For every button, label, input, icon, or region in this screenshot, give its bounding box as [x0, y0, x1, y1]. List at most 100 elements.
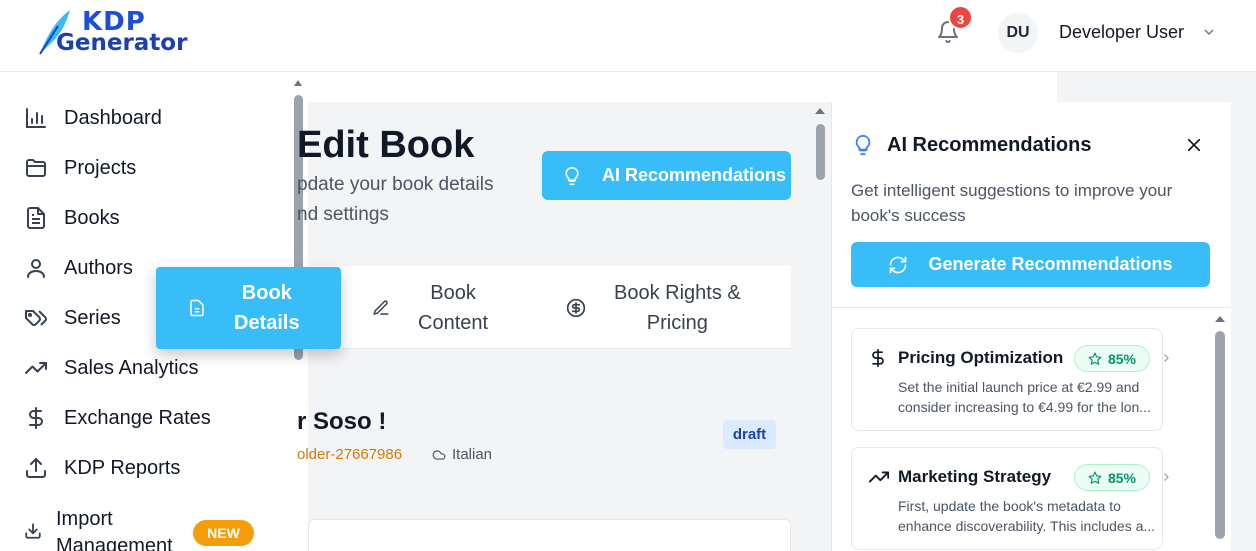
close-icon[interactable] — [1185, 136, 1203, 154]
score-badge: 85% — [1074, 464, 1150, 491]
user-icon — [27, 259, 45, 278]
recommendation-card[interactable]: Marketing Strategy 85% First, update the… — [851, 447, 1169, 550]
panel-description: Get intelligent suggestions to improve y… — [851, 181, 1173, 225]
generate-button-label: Generate Recommendations — [928, 254, 1173, 274]
notification-badge: 3 — [948, 5, 973, 30]
folder-icon — [26, 159, 46, 177]
edit-icon — [373, 299, 389, 315]
content-card — [308, 519, 791, 551]
lightbulb-icon — [565, 166, 579, 185]
sidebar-item-label: Exchange Rates — [64, 406, 211, 429]
book-language: Italian — [432, 446, 492, 463]
sidebar-item-label: Books — [64, 206, 120, 229]
page-title: Edit Book — [297, 124, 475, 166]
ai-button-label: AI Recommendations — [602, 165, 787, 185]
chevron-right-icon[interactable] — [1160, 470, 1172, 484]
book-title: r Soso ! — [297, 408, 387, 435]
tab-label-line1: Book — [241, 282, 292, 304]
lightbulb-icon — [855, 134, 871, 156]
panel-title: AI Recommendations — [887, 134, 1092, 156]
dollar-icon — [29, 407, 43, 429]
tab-bar: Book Content Book Rights & Pricing — [308, 266, 791, 349]
sidebar-item-label: Import Management — [56, 506, 173, 551]
download-icon — [25, 523, 41, 539]
score-badge: 85% — [1074, 345, 1150, 372]
sidebar-item-kdp-reports[interactable]: KDP Reports — [24, 453, 180, 483]
chevron-right-icon[interactable] — [1160, 351, 1172, 365]
trending-up-icon — [868, 471, 890, 483]
star-icon — [1088, 352, 1102, 365]
ai-recommendations-button[interactable]: AI Recommendations — [542, 151, 791, 200]
sidebar-item-label: Dashboard — [64, 106, 162, 129]
file-text-icon — [27, 207, 45, 229]
sidebar-item-import-management[interactable]: Import Management — [24, 506, 173, 551]
score-value: 85% — [1107, 469, 1137, 486]
import-label-line2: Management — [56, 535, 173, 551]
scroll-up-arrow-icon[interactable] — [293, 78, 303, 88]
subtitle-line1: pdate your book details — [297, 174, 494, 195]
tab-book-content[interactable]: Book Content — [372, 266, 488, 349]
panel-divider — [831, 307, 1231, 308]
bar-chart-icon — [26, 108, 46, 128]
new-badge: NEW — [193, 520, 254, 546]
tab-label-line2: Details — [234, 312, 300, 334]
recommendation-text-line1: Set the initial launch price at €2.99 an… — [898, 379, 1140, 395]
trending-up-icon — [25, 362, 47, 374]
tab-label: Book Details — [234, 278, 300, 338]
logo-text-generator: Generator — [56, 30, 188, 56]
language-label: Italian — [452, 446, 493, 463]
panel-scrollbar[interactable] — [1215, 331, 1225, 539]
dollar-circle-icon — [566, 298, 586, 317]
sidebar-item-books[interactable]: Books — [24, 203, 120, 233]
main-scrollbar[interactable] — [816, 124, 825, 180]
file-icon — [190, 299, 204, 317]
dollar-icon — [872, 348, 884, 368]
sidebar-item-authors[interactable]: Authors — [24, 253, 133, 283]
tab-label: Book Rights & Pricing — [614, 278, 741, 338]
scroll-up-arrow-icon[interactable] — [814, 106, 826, 116]
sidebar-item-projects[interactable]: Projects — [24, 153, 136, 183]
chevron-down-icon[interactable] — [1201, 24, 1217, 40]
app-logo[interactable]: KDP Generator — [36, 6, 196, 62]
sidebar-item-label: Projects — [64, 156, 137, 179]
user-name[interactable]: Developer User — [1059, 22, 1184, 43]
main-top-strip — [308, 72, 1057, 102]
recommendation-text-line2: enhance discoverability. This includes a… — [898, 518, 1156, 534]
scroll-up-arrow-icon[interactable] — [1214, 314, 1226, 324]
sidebar-item-label: Authors — [64, 256, 133, 279]
recommendation-text-line1: First, update the book's metadata to — [898, 498, 1121, 514]
top-header: KDP Generator 3 DU Developer User — [0, 0, 1256, 72]
tags-icon — [25, 310, 47, 326]
sidebar-item-label: Sales Analytics — [64, 356, 199, 379]
sidebar-item-label: KDP Reports — [64, 456, 181, 479]
tab-label-line2: Pricing — [646, 311, 708, 334]
generate-recommendations-button[interactable]: Generate Recommendations — [851, 242, 1210, 287]
refresh-icon — [890, 256, 907, 273]
sidebar-item-label: Series — [64, 306, 121, 329]
sidebar-item-sales-analytics[interactable]: Sales Analytics — [24, 353, 199, 383]
tab-book-details[interactable]: Book Details — [156, 267, 341, 349]
recommendation-text-line2: consider increasing to €4.99 for the lon… — [898, 399, 1151, 415]
sidebar-item-dashboard[interactable]: Dashboard — [24, 103, 162, 133]
star-icon — [1088, 471, 1102, 484]
recommendation-title: Marketing Strategy — [898, 467, 1052, 486]
upload-icon — [26, 458, 46, 478]
recommendation-title: Pricing Optimization — [898, 348, 1064, 367]
recommendation-text: First, update the book's metadata to enh… — [898, 496, 1168, 536]
sidebar-item-series[interactable]: Series — [24, 303, 121, 333]
tab-book-rights-pricing[interactable]: Book Rights & Pricing — [566, 266, 741, 349]
subtitle-line2: nd settings — [297, 204, 389, 225]
status-badge: draft — [723, 420, 776, 449]
tab-label: Book Content — [418, 278, 488, 338]
book-folder[interactable]: older-27667986 — [297, 446, 402, 463]
page-subtitle: pdate your book details nd settings — [297, 170, 527, 230]
recommendation-text: Set the initial launch price at €2.99 an… — [898, 377, 1168, 417]
import-label-line1: Import — [56, 508, 113, 530]
score-value: 85% — [1107, 350, 1137, 367]
sidebar-item-exchange-rates[interactable]: Exchange Rates — [24, 403, 211, 433]
avatar[interactable]: DU — [998, 13, 1038, 53]
recommendation-card[interactable]: Pricing Optimization 85% Set the initial… — [851, 328, 1169, 431]
tab-label-line1: Book — [430, 281, 476, 304]
tab-label-line2: Content — [418, 311, 489, 334]
tab-label-line1: Book Rights & — [614, 281, 741, 304]
